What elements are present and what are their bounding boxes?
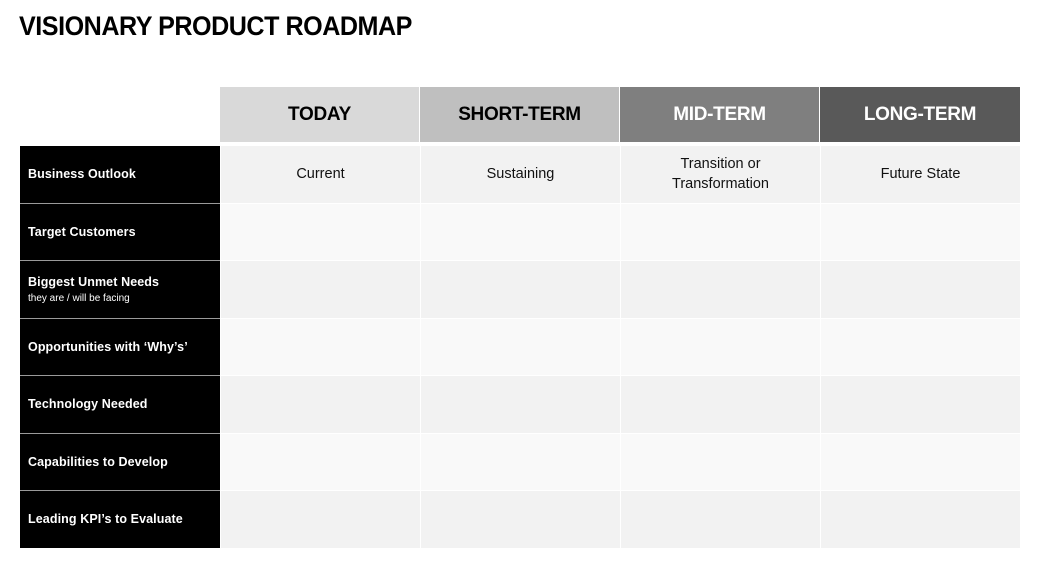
cell-mid-term xyxy=(620,376,820,433)
roadmap-table-body: Business Outlook Current Sustaining Transit… xyxy=(20,146,1020,549)
cell-mid-term xyxy=(620,433,820,490)
table-row: Biggest Unmet Needs they are / will be fa… xyxy=(20,261,1020,319)
cell-mid-term: Transition or Transformation xyxy=(620,146,820,203)
row-label-text: Technology Needed xyxy=(28,397,148,412)
column-header-long-term: LONG-TERM xyxy=(820,87,1020,142)
cell-long-term: Future State xyxy=(820,146,1020,203)
cell-today xyxy=(220,203,420,260)
cell-today xyxy=(220,261,420,318)
row-label: Biggest Unmet Needs they are / will be fa… xyxy=(20,261,220,319)
row-label-text: Opportunities with ‘Why’s’ xyxy=(28,339,188,354)
cell-short-term xyxy=(420,491,620,548)
cell-mid-term xyxy=(620,261,820,318)
cell-short-term xyxy=(420,433,620,490)
cell-long-term xyxy=(820,261,1020,318)
cell-short-term xyxy=(420,376,620,433)
table-row: Target Customers xyxy=(20,203,1020,261)
row-label: Technology Needed xyxy=(20,376,220,434)
table-row: Opportunities with ‘Why’s’ xyxy=(20,318,1020,376)
row-label-text: Capabilities to Develop xyxy=(28,454,168,469)
row-sublabel-text: they are / will be facing xyxy=(28,292,130,304)
cell-short-term xyxy=(420,203,620,260)
cell-short-term xyxy=(420,261,620,318)
row-label: Capabilities to Develop xyxy=(20,433,220,491)
table-row: Capabilities to Develop xyxy=(20,433,1020,491)
row-label-text: Target Customers xyxy=(28,224,136,239)
row-label: Business Outlook xyxy=(20,146,220,204)
column-header-short-term: SHORT-TERM xyxy=(420,87,620,142)
table-row: Technology Needed xyxy=(20,376,1020,434)
table-row: Leading KPI’s to Evaluate xyxy=(20,491,1020,549)
cell-mid-term xyxy=(620,318,820,375)
cell-today xyxy=(220,318,420,375)
page-title: VISIONARY PRODUCT ROADMAP xyxy=(19,11,412,41)
cell-long-term xyxy=(820,318,1020,375)
row-label: Opportunities with ‘Why’s’ xyxy=(20,318,220,376)
row-label-text: Biggest Unmet Needs xyxy=(28,274,160,289)
cell-today: Current xyxy=(220,146,420,203)
row-label: Leading KPI’s to Evaluate xyxy=(20,491,220,548)
cell-long-term xyxy=(820,433,1020,490)
cell-long-term xyxy=(820,203,1020,260)
cell-short-term xyxy=(420,318,620,375)
cell-long-term xyxy=(820,376,1020,433)
cell-mid-term xyxy=(620,203,820,260)
cell-long-term xyxy=(820,491,1020,548)
column-header-mid-term: MID-TERM xyxy=(620,87,820,142)
table-row: Business Outlook Current Sustaining Transit… xyxy=(20,146,1020,204)
cell-mid-term xyxy=(620,491,820,548)
column-header-today: TODAY xyxy=(220,87,420,142)
row-label: Target Customers xyxy=(20,203,220,261)
cell-today xyxy=(220,376,420,433)
roadmap-header-row: TODAY SHORT-TERM MID-TERM LONG-TERM xyxy=(220,87,1020,142)
row-label-text: Leading KPI’s to Evaluate xyxy=(28,512,183,527)
row-label-text: Business Outlook xyxy=(28,167,136,182)
cell-today xyxy=(220,491,420,548)
cell-today xyxy=(220,433,420,490)
cell-short-term: Sustaining xyxy=(420,146,620,203)
